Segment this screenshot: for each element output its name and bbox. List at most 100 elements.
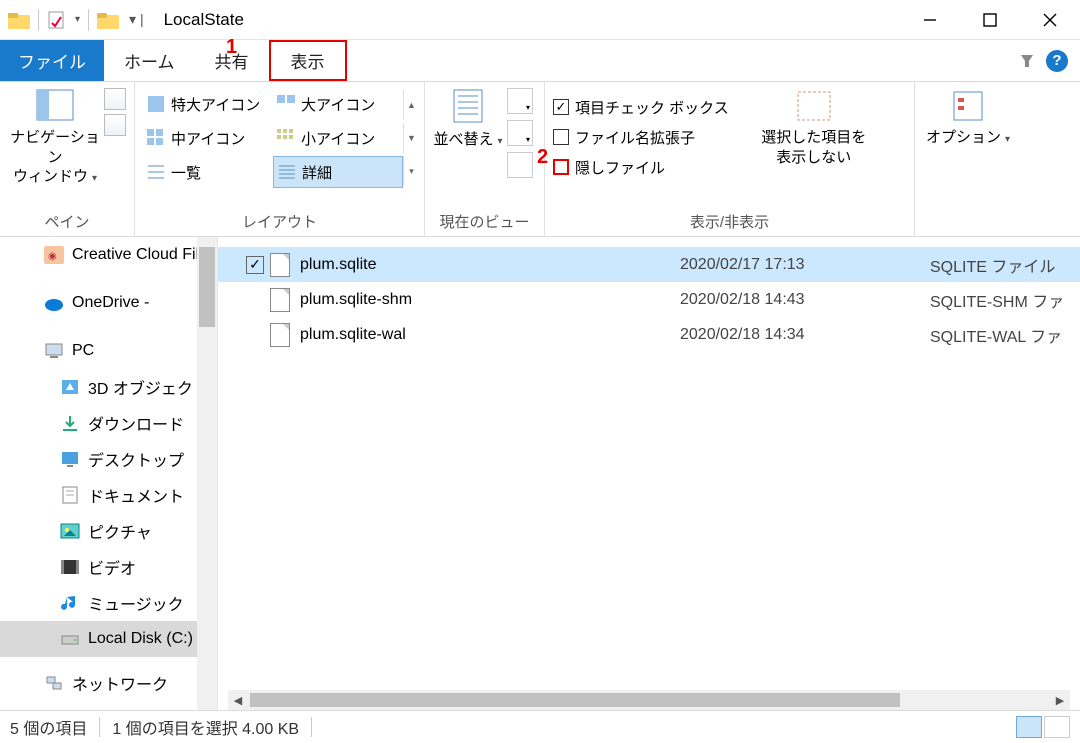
layout-option[interactable]: 大アイコン	[273, 88, 403, 120]
nav-item[interactable]: Local Disk (C:)	[0, 621, 217, 657]
layout-option[interactable]: 小アイコン	[273, 122, 403, 154]
layout-icon	[147, 163, 165, 181]
folder-icon	[8, 11, 30, 29]
details-view-toggle[interactable]	[1016, 716, 1042, 738]
navigation-pane-icon	[35, 88, 75, 124]
nav-scrollbar[interactable]	[197, 237, 217, 710]
scroll-up-icon[interactable]: ▲	[403, 90, 419, 120]
tab-home[interactable]: ホーム	[104, 40, 195, 81]
tab-file[interactable]: ファイル	[0, 40, 104, 81]
scroll-more-icon[interactable]: ▾	[403, 156, 419, 186]
group-by-button[interactable]	[507, 88, 533, 114]
hidden-files-toggle[interactable]: 2 隠しファイル	[553, 152, 729, 182]
file-icon	[270, 323, 290, 347]
close-button[interactable]	[1020, 0, 1080, 40]
separator: ▾ |	[129, 11, 144, 28]
layout-option[interactable]: 特大アイコン	[143, 88, 273, 120]
status-bar: 5 個の項目 1 個の項目を選択 4.00 KB	[0, 710, 1080, 743]
status-item-count: 5 個の項目	[10, 715, 87, 739]
music-icon	[60, 594, 80, 612]
3d-icon	[60, 378, 80, 396]
layout-icon	[277, 95, 295, 113]
thumbnails-view-toggle[interactable]	[1044, 716, 1070, 738]
nav-item[interactable]: デスクトップ	[0, 441, 217, 477]
layout-option[interactable]: 詳細	[273, 156, 403, 188]
callout-1: 1	[226, 36, 237, 59]
minimize-button[interactable]	[900, 0, 960, 40]
navigation-pane[interactable]: ◉Creative Cloud File OneDrive - PC3D オブジェク…	[0, 237, 218, 710]
horizontal-scrollbar[interactable]: ◀▶	[228, 690, 1070, 710]
checkbox-icon	[553, 159, 569, 175]
file-list-area[interactable]: plum.sqlite2020/02/17 17:13SQLITE ファイルpl…	[218, 237, 1080, 710]
maximize-button[interactable]	[960, 0, 1020, 40]
nav-item[interactable]: 3D オブジェクト	[0, 369, 217, 405]
nav-item[interactable]: ドキュメント	[0, 477, 217, 513]
properties-icon[interactable]	[47, 10, 67, 30]
file-icon	[270, 288, 290, 312]
navigation-pane-button[interactable]: ナビゲーション ウィンドウ	[8, 88, 102, 187]
ribbon: ナビゲーション ウィンドウ ペイン 特大アイコン大アイコン中アイコン小アイコン一…	[0, 82, 1080, 237]
nav-item[interactable]: ビデオ	[0, 549, 217, 585]
tab-view[interactable]: 表示	[269, 40, 347, 81]
file-row[interactable]: plum.sqlite2020/02/17 17:13SQLITE ファイル	[218, 247, 1080, 282]
help-icon[interactable]: ?	[1046, 50, 1068, 72]
nav-item[interactable]: ネットワーク	[0, 665, 217, 701]
nav-item[interactable]: ◉Creative Cloud File	[0, 237, 217, 273]
ribbon-tabs: ファイル ホーム 共有 表示 1 ?	[0, 40, 1080, 82]
layout-option[interactable]: 中アイコン	[143, 122, 273, 154]
qat-dropdown-icon[interactable]: ▾	[75, 14, 80, 25]
separator	[38, 9, 39, 31]
layout-icon	[278, 163, 296, 181]
scroll-down-icon[interactable]: ▼	[403, 123, 419, 153]
layout-icon	[277, 129, 295, 147]
file-row[interactable]: plum.sqlite-wal2020/02/18 14:34SQLITE-WA…	[218, 317, 1080, 352]
nav-item[interactable]: ピクチャ	[0, 513, 217, 549]
ribbon-group-pane: ナビゲーション ウィンドウ ペイン	[0, 82, 135, 236]
folder-icon	[97, 11, 119, 29]
separator	[311, 717, 312, 737]
group-label-layout: レイアウト	[143, 207, 416, 234]
options-icon	[948, 88, 988, 124]
nav-item[interactable]: PC	[0, 333, 217, 369]
ribbon-group-show-hide: 項目チェック ボックス ファイル名拡張子 2 隠しファイル 選択した項目を 表示…	[545, 82, 915, 236]
options-button[interactable]: オプション	[923, 88, 1013, 148]
ribbon-group-options: オプション	[915, 82, 1025, 236]
hide-selected-button[interactable]: 選択した項目を 表示しない	[749, 88, 879, 167]
add-columns-button[interactable]	[507, 120, 533, 146]
size-columns-button[interactable]	[507, 152, 533, 178]
doc-icon	[60, 486, 80, 504]
separator	[88, 9, 89, 31]
checkbox-icon	[553, 129, 569, 145]
pc-icon	[44, 342, 64, 360]
group-label-show-hide: 表示/非表示	[553, 207, 906, 234]
group-label-current-view: 現在のビュー	[433, 207, 536, 234]
download-icon	[60, 414, 80, 432]
status-selection: 1 個の項目を選択 4.00 KB	[112, 715, 299, 739]
nav-item[interactable]: ミュージック	[0, 585, 217, 621]
row-checkbox-icon[interactable]	[246, 256, 264, 274]
hide-selected-icon	[794, 88, 834, 124]
file-extensions-toggle[interactable]: ファイル名拡張子	[553, 122, 729, 152]
layout-icon	[147, 95, 165, 113]
window-title: LocalState	[164, 10, 244, 30]
layout-option[interactable]: 一覧	[143, 156, 273, 188]
nav-item[interactable]: OneDrive -	[0, 285, 217, 321]
desktop-icon	[60, 450, 80, 468]
file-icon	[270, 253, 290, 277]
checkbox-checked-icon	[553, 99, 569, 115]
net-icon	[44, 674, 64, 692]
nav-item[interactable]: ダウンロード	[0, 405, 217, 441]
sort-button[interactable]: 並べ替え	[433, 88, 503, 149]
file-row[interactable]: plum.sqlite-shm2020/02/18 14:43SQLITE-SH…	[218, 282, 1080, 317]
ribbon-group-current-view: 並べ替え 現在のビュー	[425, 82, 545, 236]
video-icon	[60, 558, 80, 576]
svg-text:◉: ◉	[48, 251, 57, 262]
layout-icon	[147, 129, 165, 147]
preview-pane-button[interactable]	[104, 88, 126, 110]
details-pane-button[interactable]	[104, 114, 126, 136]
pin-icon[interactable]	[1018, 52, 1036, 70]
item-checkboxes-toggle[interactable]: 項目チェック ボックス	[553, 92, 729, 122]
pic-icon	[60, 522, 80, 540]
callout-2: 2	[537, 146, 548, 169]
sort-icon	[448, 88, 488, 124]
